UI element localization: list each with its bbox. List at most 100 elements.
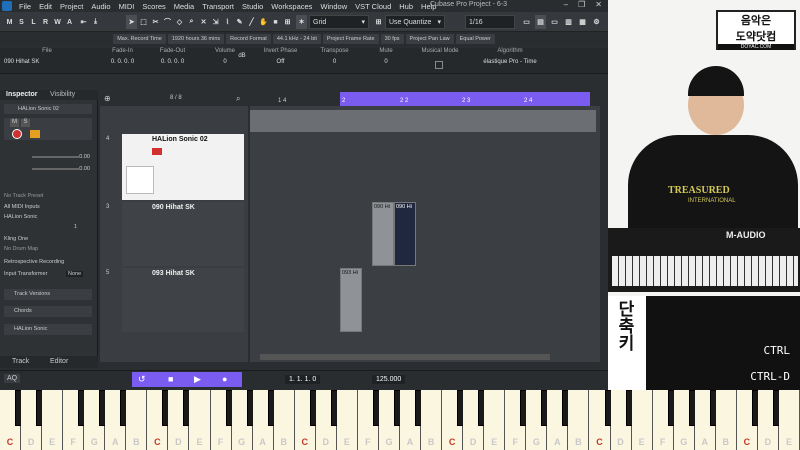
quantize-preset-dropdown[interactable]: 1/16 xyxy=(465,15,515,29)
minimize-icon[interactable]: – xyxy=(564,0,568,9)
record-enable-button[interactable] xyxy=(152,148,162,155)
menu-edit[interactable]: Edit xyxy=(35,2,56,11)
section-halion-sonic[interactable]: HALion Sonic xyxy=(4,324,92,335)
record-enable-button[interactable] xyxy=(12,129,22,139)
input-transformer-dropdown[interactable]: None xyxy=(66,271,84,277)
event-display[interactable]: 090 Hi 090 Hi 093 Hi xyxy=(250,92,600,362)
info-file[interactable]: File 090 Hihat SK xyxy=(0,48,90,65)
info-mute[interactable]: Mute 0 xyxy=(366,48,406,65)
info-fade-in[interactable]: Fade-In 0. 0. 0. 0 xyxy=(100,48,145,65)
tab-editor[interactable]: Editor xyxy=(50,358,68,365)
object-select-tool-icon[interactable]: ➤ xyxy=(126,15,137,29)
time-warp-icon[interactable]: ⌇ xyxy=(222,15,233,29)
menu-midi[interactable]: MIDI xyxy=(115,2,139,11)
audio-event-selected[interactable]: 090 Hi xyxy=(394,202,416,266)
glue-tool-icon[interactable]: ⌒ xyxy=(162,15,173,29)
toolbar-mode-a[interactable]: A xyxy=(64,15,75,29)
ruler[interactable]: 1 4 2 2 2 2 3 2 4 xyxy=(250,92,600,106)
snap-type-dropdown[interactable]: Grid ▾ xyxy=(309,15,369,29)
menu-scores[interactable]: Scores xyxy=(138,2,169,11)
audio-event[interactable]: 090 Hi xyxy=(372,202,394,266)
info-invert-phase[interactable]: Invert Phase Off xyxy=(258,48,303,65)
menu-hub[interactable]: Hub xyxy=(395,2,417,11)
cycle-icon[interactable]: ↺ xyxy=(138,374,146,385)
menu-audio[interactable]: Audio xyxy=(87,2,114,11)
track-preset-field[interactable]: No Track Preset xyxy=(4,193,92,199)
audio-event[interactable]: 093 Hi xyxy=(340,268,362,332)
stop-icon[interactable]: ■ xyxy=(168,374,173,384)
solo-button[interactable]: S xyxy=(21,119,30,127)
tab-inspector[interactable]: Inspector xyxy=(6,91,38,98)
section-chords[interactable]: Chords xyxy=(4,306,92,317)
quantize-dropdown[interactable]: Use Quantize ▾ xyxy=(385,15,445,29)
split-tool-icon[interactable]: ✂ xyxy=(150,15,161,29)
track-name[interactable]: 093 Hihat SK xyxy=(152,270,195,277)
snap-toggle-icon[interactable]: ✶ xyxy=(296,15,307,29)
play-icon[interactable]: ▶ xyxy=(194,374,201,385)
menu-window[interactable]: Window xyxy=(316,2,351,11)
info-musical-mode[interactable]: Musical Mode xyxy=(415,48,465,69)
tempo-display[interactable]: 125.000 xyxy=(372,375,406,384)
midi-channel-value[interactable]: 1 xyxy=(74,224,77,230)
left-zone-icon[interactable]: ▤ xyxy=(535,15,546,29)
track-header[interactable]: 3 090 Hihat SK xyxy=(106,202,244,266)
track-header[interactable]: 5 093 Hihat SK xyxy=(106,268,244,332)
autoscroll-icon[interactable]: ⤓ xyxy=(90,15,101,29)
quantize-icon[interactable]: ⊞ xyxy=(373,15,384,29)
retrospective-recording-section[interactable]: Retrospective Recording xyxy=(4,259,92,265)
snap-icon[interactable]: ⊞ xyxy=(282,15,293,29)
track-name[interactable]: HALion Sonic 02 xyxy=(152,136,208,143)
track-header-selected[interactable]: 4 HALion Sonic 02 xyxy=(106,134,244,200)
monitor-button[interactable] xyxy=(30,130,40,138)
lower-zone-icon[interactable]: ▭ xyxy=(549,15,560,29)
pan-slider[interactable] xyxy=(32,168,80,170)
tab-track[interactable]: Track xyxy=(12,358,29,365)
menu-file[interactable]: File xyxy=(15,2,35,11)
aq-button[interactable]: AQ xyxy=(4,374,21,383)
info-algorithm[interactable]: Algorithm élastique Pro - Time xyxy=(475,48,545,65)
toolbar-mode-s[interactable]: S xyxy=(16,15,27,29)
rack-icon[interactable]: ▦ xyxy=(577,15,588,29)
track-name[interactable]: 090 Hihat SK xyxy=(152,204,195,211)
search-icon[interactable]: ⌕ xyxy=(236,94,240,104)
info-fade-out[interactable]: Fade-Out 0. 0. 0. 0 xyxy=(150,48,195,65)
close-icon[interactable]: ✕ xyxy=(595,0,602,9)
program-selector[interactable]: Kling One xyxy=(4,236,92,242)
pan-value[interactable]: 0.00 xyxy=(79,166,90,172)
menu-project[interactable]: Project xyxy=(56,2,87,11)
horizontal-scrollbar[interactable] xyxy=(260,354,550,360)
menu-transport[interactable]: Transport xyxy=(198,2,238,11)
position-display[interactable]: 1. 1. 1. 0 xyxy=(285,375,321,384)
volume-slider[interactable] xyxy=(32,156,80,158)
mute-tool-icon[interactable]: ✕ xyxy=(198,15,209,29)
color-tool-icon[interactable]: ■ xyxy=(270,15,281,29)
maximize-icon[interactable]: ❐ xyxy=(578,0,585,9)
midi-output-routing[interactable]: HALion Sonic xyxy=(4,214,92,220)
volume-value[interactable]: 0.00 xyxy=(79,154,90,160)
midi-input-routing[interactable]: All MIDI Inputs xyxy=(4,204,92,210)
add-track-icon[interactable]: ⊕ xyxy=(104,94,111,103)
line-tool-icon[interactable]: ╱ xyxy=(246,15,257,29)
erase-tool-icon[interactable]: ◇ xyxy=(174,15,185,29)
right-zone-icon[interactable]: ▥ xyxy=(563,15,574,29)
play-tool-icon[interactable]: ✋ xyxy=(258,15,269,29)
draw-tool-icon[interactable]: ✎ xyxy=(234,15,245,29)
comp-tool-icon[interactable]: ⇲ xyxy=(210,15,221,29)
section-track-versions[interactable]: Track Versions xyxy=(4,289,92,300)
toolbar-mode-r[interactable]: R xyxy=(40,15,51,29)
q-icon[interactable]: ▭ xyxy=(521,15,532,29)
range-tool-icon[interactable]: ⬚ xyxy=(138,15,149,29)
settings-icon[interactable]: ⚙ xyxy=(591,15,602,29)
menu-media[interactable]: Media xyxy=(170,2,198,11)
menu-workspaces[interactable]: Workspaces xyxy=(267,2,316,11)
drum-map-field[interactable]: No Drum Map xyxy=(4,246,92,252)
musical-mode-checkbox[interactable] xyxy=(435,61,443,69)
inspector-track-name[interactable]: HALion Sonic 02 xyxy=(4,104,92,114)
zoom-tool-icon[interactable]: ⌕ xyxy=(186,15,197,29)
menu-studio[interactable]: Studio xyxy=(238,2,267,11)
toolbar-mode-w[interactable]: W xyxy=(52,15,63,29)
mute-button[interactable]: M xyxy=(10,119,19,127)
constrain-icon[interactable]: ⇤ xyxy=(78,15,89,29)
menu-vst-cloud[interactable]: VST Cloud xyxy=(351,2,395,11)
info-transpose[interactable]: Transpose 0 xyxy=(312,48,357,65)
